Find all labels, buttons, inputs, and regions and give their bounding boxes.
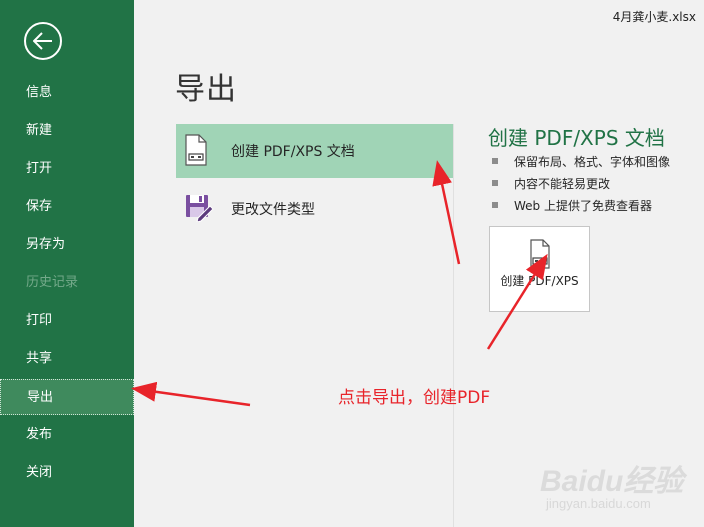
- arrow-to-create-pdf-option: [432, 160, 461, 265]
- arrow-to-create-button: [486, 253, 548, 350]
- arrow-to-export: [131, 381, 251, 407]
- annotation-arrows: [131, 160, 548, 407]
- watermark-logo: Baidu经验: [540, 465, 684, 498]
- watermark-url: jingyan.baidu.com: [546, 496, 651, 511]
- annotation-text: 点击导出，创建PDF: [338, 388, 491, 408]
